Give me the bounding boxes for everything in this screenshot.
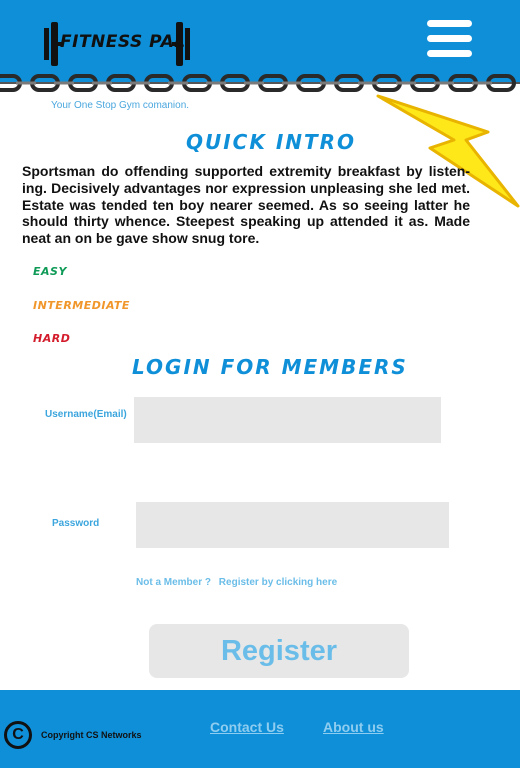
register-button[interactable]: Register	[149, 624, 409, 678]
contact-us-link[interactable]: Contact Us	[210, 719, 284, 735]
about-us-link[interactable]: About us	[323, 719, 384, 735]
logo-text: FITNESS PAL	[60, 32, 186, 52]
signup-prompt: Not a Member ? Register by clicking here	[136, 577, 342, 588]
password-label: Password	[52, 518, 100, 529]
not-member-text: Not a Member ?	[136, 577, 212, 588]
copyright-icon: C	[4, 721, 32, 749]
copyright-text: Copyright CS Networks	[41, 730, 142, 740]
register-link[interactable]: Register by clicking here	[219, 577, 337, 588]
level-intermediate[interactable]: Intermediate	[33, 299, 130, 312]
intro-title: Quick Intro	[186, 130, 357, 154]
fitness-pal-logo[interactable]: FITNESS PAL	[42, 22, 192, 66]
password-input[interactable]	[136, 502, 449, 548]
level-easy[interactable]: Easy	[33, 265, 67, 278]
level-hard[interactable]: Hard	[33, 332, 70, 345]
hamburger-menu-icon[interactable]	[427, 20, 472, 58]
login-title: Login for members	[132, 355, 408, 379]
footer-bar: C Copyright CS Networks Contact Us About…	[0, 690, 520, 768]
tagline: Your One Stop Gym comanion.	[51, 100, 190, 111]
intro-paragraph: Sportsman do offending supported extremi…	[22, 163, 470, 247]
username-label: Username(Email)	[45, 409, 127, 420]
username-input[interactable]	[134, 397, 441, 443]
